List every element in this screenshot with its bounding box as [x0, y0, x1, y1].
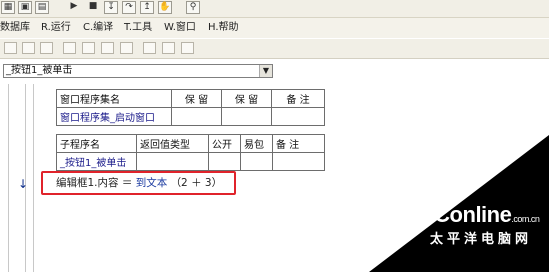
current-line-arrow-icon: ↓ [18, 177, 29, 191]
hand-icon[interactable]: ✋ [158, 1, 172, 14]
watermark-logo-suffix: .com.cn [511, 214, 540, 224]
table-header: 返回值类型 [136, 134, 209, 153]
binoculars-icon[interactable]: ⚲ [186, 1, 200, 14]
toolbar-button[interactable] [143, 42, 156, 54]
table-row: _按钮1_被单击 [56, 152, 325, 171]
toolbar-button[interactable] [120, 42, 133, 54]
menu-window[interactable]: W.窗口 [164, 21, 196, 34]
toolbar-button[interactable] [4, 42, 17, 54]
grid-icon[interactable]: ▦ [1, 1, 15, 14]
subroutine-select[interactable]: _按钮1_被单击 ▼ [3, 64, 273, 78]
table-header: 窗口程序集名 [56, 89, 172, 108]
step-over-icon[interactable]: ↷ [122, 1, 136, 14]
table-row: 窗口程序集_启动窗口 [56, 107, 325, 126]
subroutine-table: 子程序名 返回值类型 公开 易包 备 注 _按钮1_被单击 [56, 134, 325, 171]
toolbar-button[interactable] [101, 42, 114, 54]
watermark-logo-text: PConline [420, 202, 512, 227]
table-header: 备 注 [272, 134, 325, 153]
table-cell[interactable] [272, 152, 325, 171]
table-cell[interactable] [208, 152, 241, 171]
menu-tools[interactable]: T.工具 [124, 21, 152, 34]
run-icon[interactable]: ▶ [67, 1, 81, 14]
menu-database[interactable]: 数据库 [0, 21, 30, 34]
chevron-down-icon[interactable]: ▼ [259, 65, 272, 77]
stop-icon[interactable]: ■ [86, 1, 100, 14]
toolbar-button[interactable] [162, 42, 175, 54]
gutter-divider [33, 84, 34, 272]
assembly-table: 窗口程序集名 保 留 保 留 备 注 窗口程序集_启动窗口 [56, 89, 325, 126]
toolbar-button[interactable] [40, 42, 53, 54]
subroutine-select-value: _按钮1_被单击 [6, 65, 73, 76]
table-cell[interactable] [271, 107, 325, 126]
window-icon[interactable]: ▣ [18, 1, 32, 14]
table-cell[interactable] [136, 152, 209, 171]
step-out-icon[interactable]: ↥ [140, 1, 154, 14]
table-header-row: 子程序名 返回值类型 公开 易包 备 注 [56, 134, 325, 153]
assembly-name-cell[interactable]: 窗口程序集_启动窗口 [56, 107, 172, 126]
toolbar-button[interactable] [63, 42, 76, 54]
table-header: 易包 [240, 134, 273, 153]
table-cell[interactable] [221, 107, 272, 126]
table-header-row: 窗口程序集名 保 留 保 留 备 注 [56, 89, 325, 108]
gutter-divider [8, 84, 9, 272]
table-header: 保 留 [171, 89, 222, 108]
toolbar: ▦ ▣ ▤ ▶ ■ ↧ ↷ ↥ ✋ ⚲ [0, 0, 549, 18]
watermark-subtitle: 太平洋电脑网 [430, 232, 533, 247]
subroutine-name-cell[interactable]: _按钮1_被单击 [56, 152, 137, 171]
step-into-icon[interactable]: ↧ [104, 1, 118, 14]
toolbar-button[interactable] [22, 42, 35, 54]
highlight-box [41, 171, 236, 195]
format-toolbar [0, 39, 549, 59]
table-header: 公开 [208, 134, 241, 153]
menu-help[interactable]: H.帮助 [208, 21, 239, 34]
toolbar-button[interactable] [82, 42, 95, 54]
table-header: 子程序名 [56, 134, 137, 153]
panel-icon[interactable]: ▤ [35, 1, 49, 14]
table-cell[interactable] [240, 152, 273, 171]
toolbar-button[interactable] [181, 42, 194, 54]
table-cell[interactable] [171, 107, 222, 126]
table-header: 保 留 [221, 89, 272, 108]
watermark-logo: PConline.com.cn [420, 204, 545, 230]
table-header: 备 注 [271, 89, 325, 108]
menu-compile[interactable]: C.编译 [83, 21, 113, 34]
menu-bar: 数据库 R.运行 C.编译 T.工具 W.窗口 H.帮助 [0, 18, 549, 38]
menu-run[interactable]: R.运行 [41, 21, 71, 34]
